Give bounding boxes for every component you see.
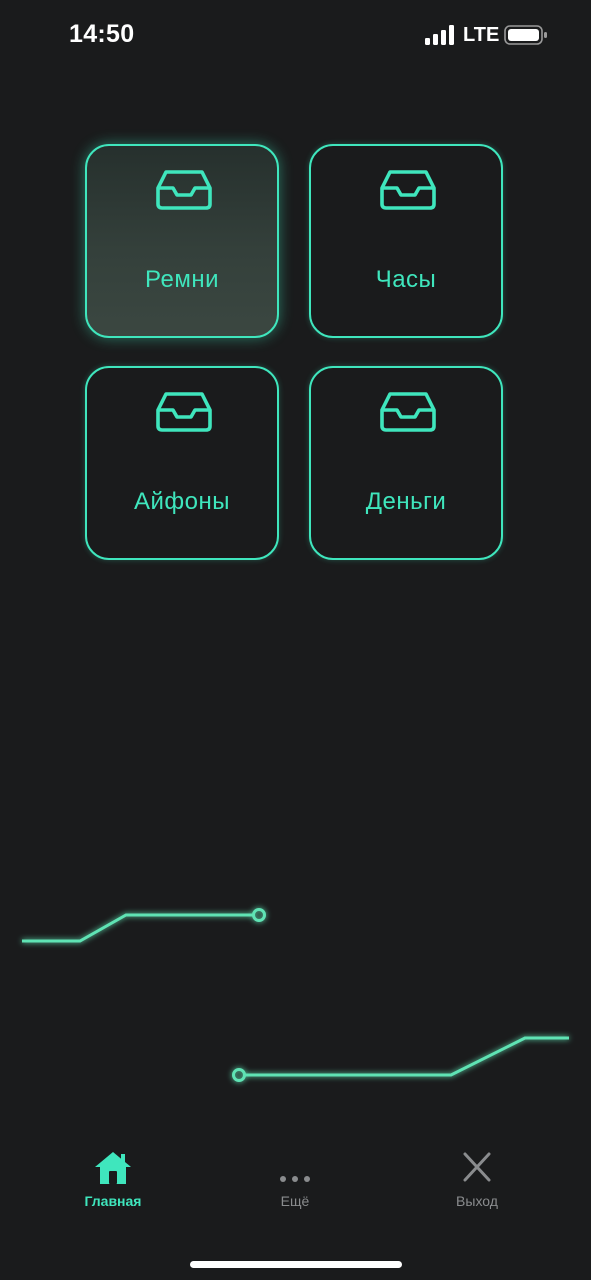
circuit-decoration <box>22 908 569 1082</box>
inbox-tray-icon <box>380 392 436 432</box>
tile-label: Айфоны <box>133 488 230 515</box>
tile-label: Деньги <box>365 488 447 515</box>
signal-bars-icon <box>425 25 454 45</box>
tile-label: Часы <box>375 266 437 293</box>
status-time: 14:50 <box>69 20 135 48</box>
inbox-tray-icon <box>380 170 436 210</box>
tile-iphones[interactable]: Айфоны <box>85 366 279 560</box>
tab-label: Выход <box>456 1193 498 1209</box>
tile-label: Ремни <box>145 266 219 293</box>
tile-belts[interactable]: Ремни <box>85 144 279 338</box>
tab-label: Ещё <box>280 1193 310 1209</box>
network-label: LTE <box>463 24 500 46</box>
status-bar: 14:50 LTE <box>0 0 591 72</box>
circuit-node-bottom <box>232 1068 246 1082</box>
tab-more[interactable]: Ещё <box>230 1140 360 1220</box>
more-dots-icon <box>280 1176 310 1182</box>
close-icon <box>463 1152 491 1182</box>
tab-home[interactable]: Главная <box>48 1140 178 1220</box>
home-indicator <box>190 1261 402 1268</box>
battery-icon <box>504 25 547 45</box>
inbox-tray-icon <box>156 392 212 432</box>
circuit-line-top <box>22 913 253 943</box>
tab-exit[interactable]: Выход <box>412 1140 542 1220</box>
circuit-node-top <box>252 908 266 922</box>
tab-label: Главная <box>84 1193 142 1209</box>
circuit-line-bottom <box>245 1036 569 1077</box>
tile-money[interactable]: Деньги <box>309 366 503 560</box>
tile-watches[interactable]: Часы <box>309 144 503 338</box>
home-icon <box>95 1152 131 1184</box>
tab-bar: Главная Ещё Выход <box>0 1140 591 1220</box>
category-grid: Ремни Часы Айфоны Деньги <box>85 144 507 564</box>
inbox-tray-icon <box>156 170 212 210</box>
